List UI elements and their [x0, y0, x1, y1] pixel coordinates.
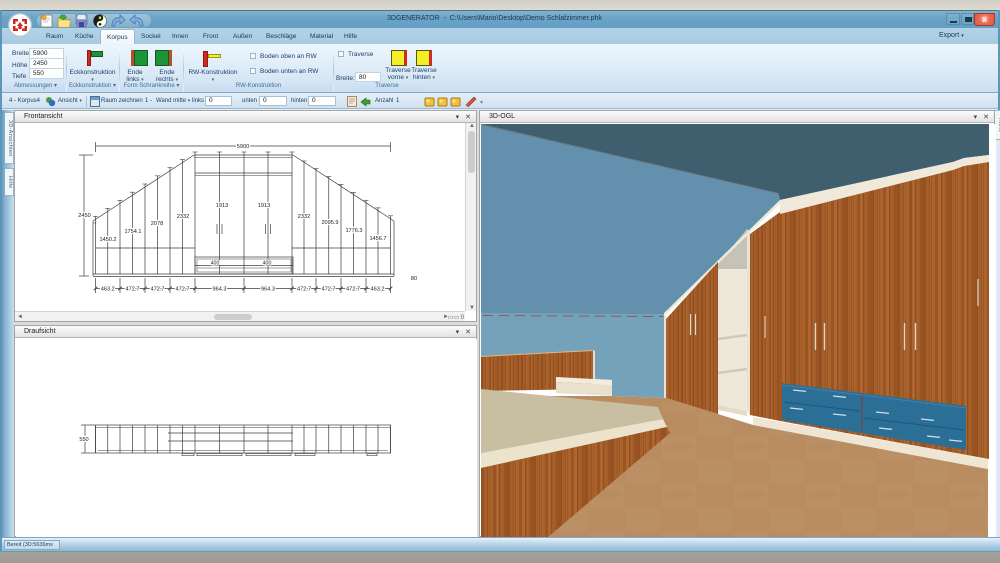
svg-text:2332: 2332 — [298, 214, 310, 220]
svg-text:472.7: 472.7 — [322, 287, 336, 293]
svg-text:463.2: 463.2 — [101, 287, 115, 293]
svg-text:472.7: 472.7 — [126, 287, 140, 293]
svg-text:964.3: 964.3 — [213, 287, 227, 293]
svg-text:2450: 2450 — [78, 213, 90, 219]
svg-text:5900: 5900 — [237, 144, 249, 150]
svg-text:1913: 1913 — [258, 203, 270, 209]
svg-text:2078: 2078 — [151, 221, 163, 227]
svg-text:472.7: 472.7 — [151, 287, 165, 293]
svg-text:1754.1: 1754.1 — [124, 229, 141, 235]
svg-text:1913: 1913 — [216, 203, 228, 209]
svg-text:463.2: 463.2 — [371, 287, 385, 293]
svg-text:80: 80 — [411, 276, 417, 282]
svg-text:1776.3: 1776.3 — [345, 228, 362, 234]
svg-text:472.7: 472.7 — [297, 287, 311, 293]
svg-text:1456.7: 1456.7 — [369, 236, 386, 242]
svg-text:400: 400 — [211, 260, 220, 266]
svg-text:472.7: 472.7 — [176, 287, 190, 293]
svg-text:400: 400 — [263, 260, 272, 266]
svg-text:2095.9: 2095.9 — [321, 220, 338, 226]
svg-text:2332: 2332 — [177, 214, 189, 220]
svg-text:472.7: 472.7 — [346, 287, 360, 293]
svg-text:550: 550 — [79, 437, 88, 443]
svg-text:964.3: 964.3 — [261, 287, 275, 293]
svg-text:1450.2: 1450.2 — [99, 237, 116, 243]
